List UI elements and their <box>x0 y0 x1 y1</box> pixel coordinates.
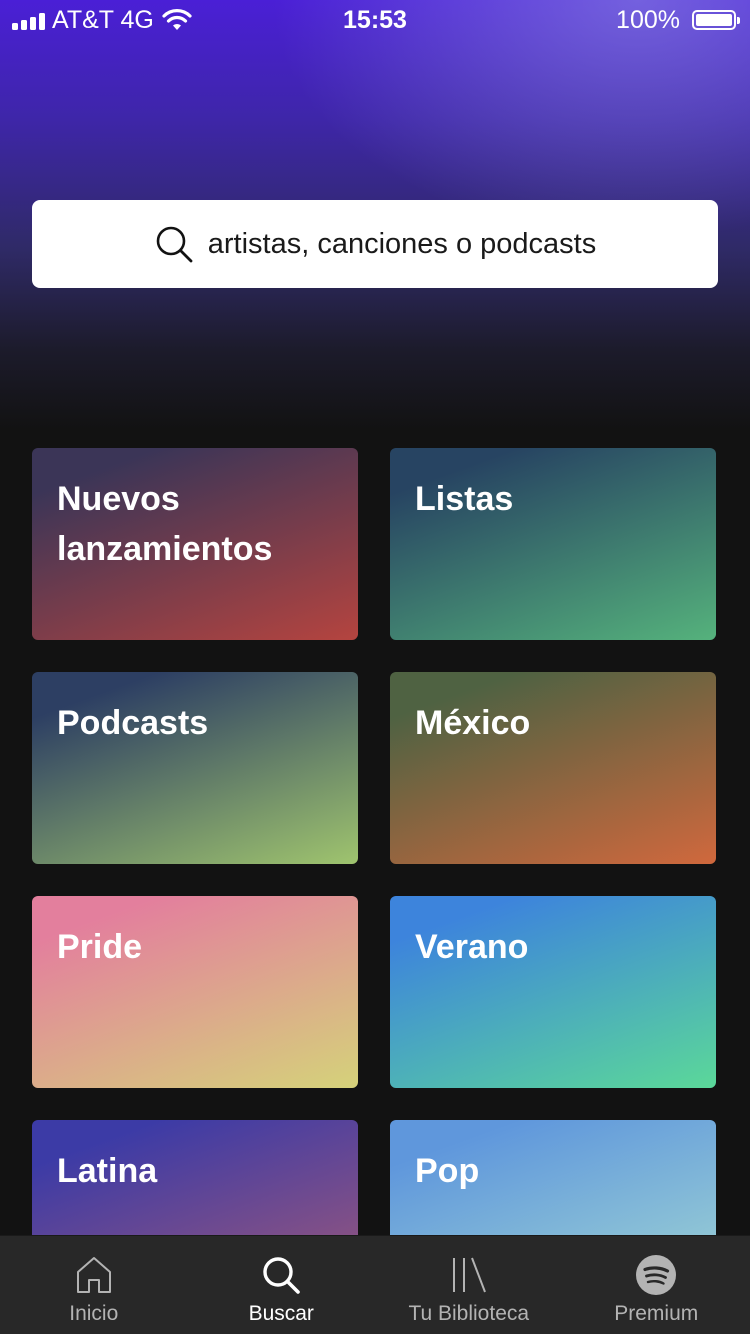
category-card-pride[interactable]: Pride <box>32 896 358 1088</box>
home-icon <box>76 1257 111 1293</box>
tab-label: Tu Biblioteca <box>408 1302 530 1325</box>
tab-label: Buscar <box>248 1302 314 1325</box>
tab-inicio[interactable]: Inicio <box>0 1236 188 1334</box>
search-icon <box>156 226 193 263</box>
category-card-mexico[interactable]: México <box>390 672 716 864</box>
category-card-nuevos-lanzamientos[interactable]: Nuevos lanzamientos <box>32 448 358 640</box>
category-title: Latina <box>57 1152 158 1190</box>
tab-label: Premium <box>614 1302 699 1325</box>
category-title: Verano <box>415 928 529 966</box>
category-title: México <box>415 704 531 742</box>
status-bar: AT&T 4G 15:53 100% <box>0 0 750 42</box>
tab-buscar[interactable]: Buscar <box>188 1236 376 1334</box>
category-title: Nuevos lanzamientos <box>57 480 273 568</box>
search-input[interactable]: artistas, canciones o podcasts <box>32 200 718 288</box>
category-title: Listas <box>415 480 514 518</box>
category-card-verano[interactable]: Verano <box>390 896 716 1088</box>
search-placeholder: artistas, canciones o podcasts <box>207 227 597 260</box>
category-card-listas[interactable]: Listas <box>390 448 716 640</box>
battery-percentage: 100% <box>616 6 680 34</box>
search-icon <box>263 1257 301 1294</box>
tab-bar: Inicio Buscar Tu Biblioteca Premium <box>0 1235 750 1334</box>
category-title: Podcasts <box>57 704 209 742</box>
category-title: Pop <box>415 1152 480 1190</box>
spotify-icon <box>636 1255 677 1295</box>
category-card-podcasts[interactable]: Podcasts <box>32 672 358 864</box>
category-title: Pride <box>57 928 143 966</box>
tab-label: Inicio <box>69 1302 119 1325</box>
battery-icon <box>692 10 740 30</box>
tab-premium[interactable]: Premium <box>563 1236 750 1334</box>
tab-tu-biblioteca[interactable]: Tu Biblioteca <box>375 1236 563 1334</box>
library-icon <box>452 1257 486 1293</box>
